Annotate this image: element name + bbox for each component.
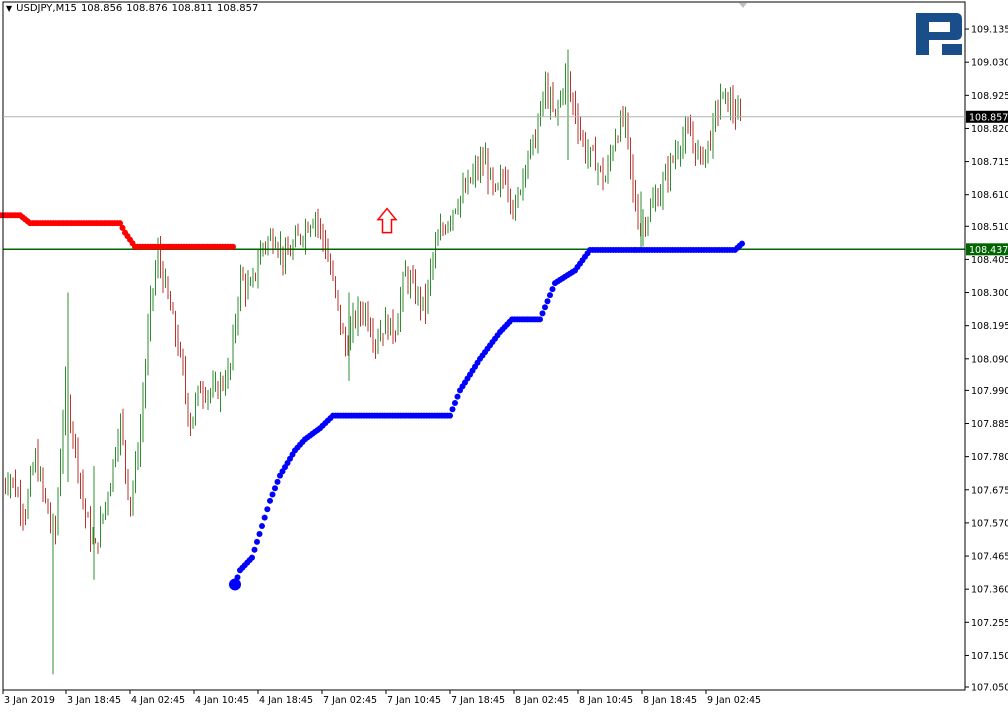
y-tick-label: 107.990	[971, 386, 1008, 397]
indicator-dot	[537, 316, 543, 323]
indicator-dot	[251, 546, 258, 553]
indicator-dot	[264, 506, 271, 513]
indicator-dot	[447, 412, 453, 419]
indicator-dot	[739, 240, 745, 247]
x-tick-label: 4 Jan 02:45	[131, 695, 185, 706]
ohlc-high: 108.876	[126, 3, 168, 14]
x-tick-label: 8 Jan 10:45	[579, 695, 633, 706]
y-tick-label: 107.150	[971, 651, 1008, 662]
indicator-series-1	[232, 240, 745, 588]
y-tick-label: 108.405	[971, 255, 1008, 266]
x-tick-label: 7 Jan 10:45	[387, 695, 441, 706]
indicator-dot	[256, 530, 263, 537]
x-tick-label: 7 Jan 18:45	[451, 695, 505, 706]
plot-frame	[2, 1, 966, 691]
x-tick-label: 3 Jan 2019	[4, 695, 55, 706]
indicator-dot	[274, 478, 281, 485]
y-tick-label: 109.135	[971, 25, 1008, 36]
y-tick-label: 107.360	[971, 585, 1008, 596]
symbol-name: USDJPY,M15	[16, 3, 77, 14]
y-tick-label: 108.195	[971, 321, 1008, 332]
support-start-marker	[229, 578, 241, 591]
indicator-dot	[452, 399, 458, 406]
x-tick-label: 7 Jan 02:45	[323, 695, 377, 706]
indicator-dot	[261, 514, 268, 521]
ohlc-open: 108.856	[80, 3, 123, 14]
y-tick-label: 107.780	[971, 452, 1008, 463]
y-tick-label: 108.715	[971, 157, 1008, 168]
x-tick-label: 8 Jan 18:45	[643, 695, 697, 706]
x-tick-label: 4 Jan 10:45	[195, 695, 249, 706]
indicator-dot	[454, 393, 461, 400]
axes-layer: 109.135 109.030 108.925 108.820 108.715 108.6…	[2, 1, 1008, 706]
bid-price-label: 108.857	[969, 112, 1008, 123]
y-tick-label: 108.510	[971, 222, 1008, 233]
indicator-layer	[0, 212, 965, 591]
y-tick-label: 109.030	[971, 58, 1008, 69]
price-chart[interactable]: 109.135 109.030 108.925 108.820 108.715 108.6…	[0, 0, 1008, 710]
indicator-dot	[254, 538, 260, 545]
y-tick-label: 107.465	[971, 552, 1008, 563]
ohlc-low: 108.811	[171, 3, 214, 14]
y-tick-label: 108.820	[971, 124, 1008, 135]
indicator-dot	[267, 497, 273, 504]
symbol-header: ▼ USDJPY,M15 108.856 108.876 108.811 108.857	[6, 3, 258, 14]
indicator-dot	[230, 243, 236, 250]
indicator-dot	[449, 406, 456, 413]
chart-area[interactable]: ▼ USDJPY,M15 108.856 108.876 108.811 108.857 …	[0, 0, 1008, 710]
scroll-marker-icon	[739, 3, 747, 8]
roboforex-logo-icon	[916, 13, 962, 55]
dropdown-triangle-icon[interactable]: ▼	[6, 4, 12, 13]
indicator-dot	[549, 286, 556, 293]
decor-layer	[376, 3, 962, 234]
indicator-dot	[249, 554, 255, 561]
y-tick-label: 107.885	[971, 419, 1008, 430]
ohlc-close: 108.857	[217, 3, 259, 14]
indicator-series-0	[0, 212, 236, 250]
x-tick-label: 4 Jan 18:45	[259, 695, 313, 706]
y-tick-label: 108.090	[971, 354, 1008, 365]
indicator-dot	[542, 304, 548, 311]
indicator-dot	[272, 485, 278, 492]
y-tick-label: 108.925	[971, 91, 1008, 102]
indicator-dot	[269, 491, 276, 498]
up-arrow-icon	[376, 207, 398, 234]
indicator-dot	[547, 292, 553, 299]
indicator-dot	[259, 523, 265, 530]
y-tick-label: 107.675	[971, 485, 1008, 496]
y-tick-label: 108.300	[971, 288, 1008, 299]
y-tick-label: 107.570	[971, 518, 1008, 529]
level-price-label: 108.437	[969, 245, 1008, 256]
x-tick-label: 8 Jan 02:45	[515, 695, 569, 706]
y-tick-label: 108.610	[971, 190, 1008, 201]
indicator-dot	[539, 310, 546, 317]
y-tick-label: 107.255	[971, 618, 1008, 629]
x-tick-label: 9 Jan 02:45	[707, 695, 761, 706]
x-tick-label: 3 Jan 18:45	[67, 695, 121, 706]
indicator-dot	[544, 298, 551, 305]
y-tick-label: 107.050	[971, 683, 1008, 694]
candles-layer	[2, 49, 741, 675]
